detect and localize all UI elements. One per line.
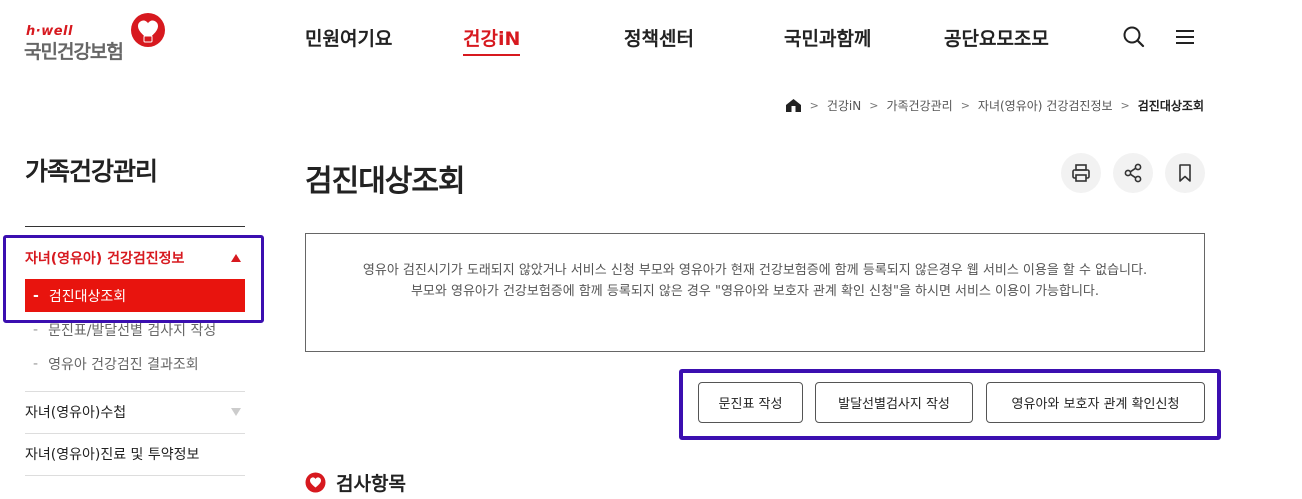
breadcrumb-item[interactable]: 가족건강관리 xyxy=(886,97,952,114)
main-nav: 민원여기요 건강iN 정책센터 국민과함께 공단요모조모 xyxy=(0,24,1302,64)
breadcrumb-separator: > xyxy=(1120,98,1130,112)
print-icon xyxy=(1072,164,1090,182)
notice-text: 영유아 검진시기가 도래되지 않았거나 서비스 신청 부모와 영유아가 현재 건… xyxy=(362,263,1148,278)
breadcrumb-item[interactable]: 자녀(영유아) 건강검진정보 xyxy=(978,97,1113,114)
sidebar-item-label: 검진대상조회 xyxy=(48,288,127,305)
sidebar-group-child-checkup[interactable]: 자녀(영유아) 건강검진정보 xyxy=(25,247,245,269)
sidebar-group-child-handbook[interactable]: 자녀(영유아)수첩 xyxy=(25,401,245,423)
nav-item-civil[interactable]: 민원여기요 xyxy=(305,24,392,51)
breadcrumb: > 건강iN > 가족건강관리 > 자녀(영유아) 건강검진정보 > 검진대상조… xyxy=(785,95,1204,115)
sidebar-divider xyxy=(25,433,245,434)
site-header: h·well 국민건강보험 민원여기요 건강iN 정책센터 국민과함께 공단요모… xyxy=(0,0,1302,80)
guardian-relation-button[interactable]: 영유아와 보호자 관계 확인신청 xyxy=(986,382,1205,423)
dash-icon: - xyxy=(33,356,39,372)
breadcrumb-current: 검진대상조회 xyxy=(1137,98,1204,113)
section-title: 검사항목 xyxy=(336,472,406,495)
sidebar-item-questionnaire[interactable]: - 문진표/발달선별 검사지 작성 xyxy=(33,320,216,340)
nav-item-health-in[interactable]: 건강iN xyxy=(463,24,521,56)
caret-up-icon xyxy=(231,254,241,262)
bookmark-icon xyxy=(1179,164,1191,182)
share-icon xyxy=(1124,163,1142,183)
breadcrumb-item[interactable]: 건강iN xyxy=(827,97,861,114)
bookmark-button[interactable] xyxy=(1165,153,1205,193)
sidebar-divider xyxy=(25,475,245,476)
heart-icon xyxy=(305,472,326,492)
sidebar-group-label: 자녀(영유아)진료 및 투약정보 xyxy=(25,447,200,463)
sidebar-divider xyxy=(25,391,245,392)
sidebar-group-label: 자녀(영유아)수첩 xyxy=(25,405,127,421)
dash-icon: - xyxy=(33,287,39,304)
sidebar-divider xyxy=(25,226,245,227)
breadcrumb-separator: > xyxy=(960,98,970,112)
nav-item-about[interactable]: 공단요모조모 xyxy=(944,24,1049,51)
notice-box: 영유아 검진시기가 도래되지 않았거나 서비스 신청 부모와 영유아가 현재 건… xyxy=(305,233,1205,352)
notice-text: 부모와 영유아가 건강보험증에 함께 등록되지 않은 경우 "영유아와 보호자 … xyxy=(410,284,1100,299)
sidebar-title: 가족건강관리 xyxy=(25,157,158,186)
section-heading: 검사항목 xyxy=(305,469,406,495)
sidebar-group-child-treatment[interactable]: 자녀(영유아)진료 및 투약정보 xyxy=(25,443,245,465)
print-button[interactable] xyxy=(1061,153,1101,193)
sidebar-item-checkup-target[interactable]: - 검진대상조회 xyxy=(25,279,245,312)
breadcrumb-separator: > xyxy=(809,98,819,112)
share-button[interactable] xyxy=(1113,153,1153,193)
nav-item-policy[interactable]: 정책센터 xyxy=(624,24,694,51)
page-title: 검진대상조회 xyxy=(305,164,466,199)
nav-item-with-people[interactable]: 국민과함께 xyxy=(784,24,871,51)
search-icon[interactable] xyxy=(1121,24,1147,50)
menu-icon[interactable] xyxy=(1172,24,1198,50)
sidebar-item-checkup-results[interactable]: - 영유아 건강검진 결과조회 xyxy=(33,354,199,374)
developmental-screening-button[interactable]: 발달선별검사지 작성 xyxy=(815,382,973,423)
questionnaire-button[interactable]: 문진표 작성 xyxy=(698,382,803,423)
sidebar-item-label: 영유아 건강검진 결과조회 xyxy=(48,357,199,373)
breadcrumb-separator: > xyxy=(869,98,879,112)
dash-icon: - xyxy=(33,322,39,338)
caret-down-icon xyxy=(231,408,241,416)
sidebar-item-label: 문진표/발달선별 검사지 작성 xyxy=(48,323,217,339)
home-icon[interactable] xyxy=(785,98,802,113)
sidebar-group-label: 자녀(영유아) 건강검진정보 xyxy=(25,251,185,267)
